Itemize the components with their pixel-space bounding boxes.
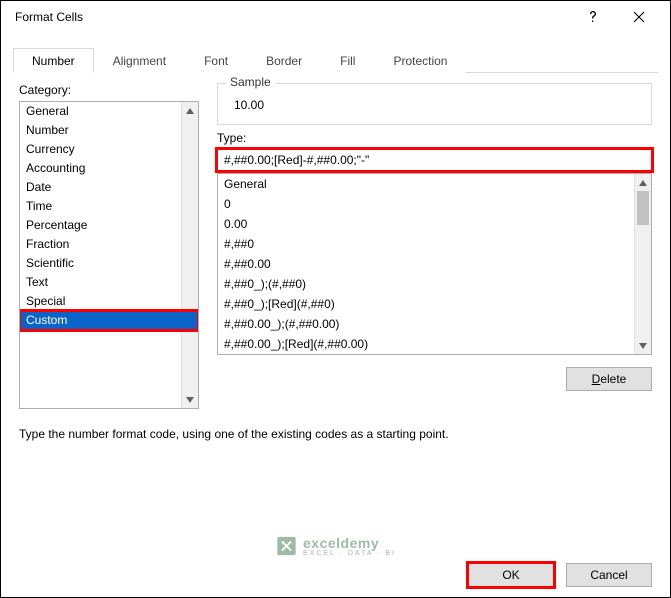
- format-list[interactable]: General00.00#,##0#,##0.00#,##0_);(#,##0)…: [217, 173, 652, 355]
- sample-legend: Sample: [226, 75, 275, 89]
- tab-content: Category: GeneralNumberCurrencyAccountin…: [1, 73, 670, 597]
- help-button[interactable]: [570, 1, 616, 33]
- cancel-button[interactable]: Cancel: [566, 563, 652, 587]
- format-cells-dialog: Format Cells Number Alignment Font Borde…: [0, 0, 671, 598]
- category-item[interactable]: Number: [20, 121, 198, 140]
- category-item[interactable]: Accounting: [20, 159, 198, 178]
- question-icon: [588, 10, 598, 24]
- ok-button[interactable]: OK: [468, 563, 554, 587]
- delete-button[interactable]: Delete: [566, 367, 652, 391]
- tab-border[interactable]: Border: [247, 48, 321, 73]
- category-item[interactable]: Text: [20, 273, 198, 292]
- format-list-scrollbar[interactable]: [634, 174, 651, 354]
- category-item[interactable]: Scientific: [20, 254, 198, 273]
- format-list-item[interactable]: 0.00: [218, 214, 651, 234]
- tab-strip: Number Alignment Font Border Fill Protec…: [13, 47, 658, 73]
- category-item[interactable]: Currency: [20, 140, 198, 159]
- format-list-item[interactable]: #,##0_);[Red](#,##0): [218, 294, 651, 314]
- scroll-up-icon[interactable]: [635, 174, 651, 191]
- category-label: Category:: [19, 83, 199, 97]
- format-list-item[interactable]: General: [218, 174, 651, 194]
- category-item[interactable]: Special: [20, 292, 198, 311]
- category-item[interactable]: Percentage: [20, 216, 198, 235]
- close-button[interactable]: [616, 1, 662, 33]
- category-item[interactable]: Date: [20, 178, 198, 197]
- format-list-item[interactable]: #,##0.00_);(#,##0.00): [218, 314, 651, 334]
- category-scrollbar[interactable]: [181, 102, 198, 408]
- tab-alignment[interactable]: Alignment: [94, 48, 185, 73]
- scroll-down-icon[interactable]: [182, 391, 198, 408]
- scroll-up-icon[interactable]: [182, 102, 198, 119]
- type-label: Type:: [217, 131, 652, 145]
- format-list-item[interactable]: #,##0_);(#,##0): [218, 274, 651, 294]
- format-list-item[interactable]: $#,##0_);($#,##0): [218, 354, 651, 355]
- help-text: Type the number format code, using one o…: [19, 427, 652, 441]
- tab-fill[interactable]: Fill: [321, 48, 374, 73]
- window-title: Format Cells: [9, 10, 83, 24]
- type-input[interactable]: [217, 149, 652, 171]
- scroll-down-icon[interactable]: [635, 337, 651, 354]
- format-list-item[interactable]: 0: [218, 194, 651, 214]
- dialog-buttons: OK Cancel: [1, 563, 670, 587]
- category-item[interactable]: Custom: [20, 311, 198, 330]
- category-item[interactable]: General: [20, 102, 198, 121]
- format-list-item[interactable]: #,##0: [218, 234, 651, 254]
- tab-number[interactable]: Number: [13, 48, 94, 73]
- close-icon: [633, 11, 645, 23]
- sample-group: Sample 10.00: [217, 83, 652, 125]
- category-listbox[interactable]: GeneralNumberCurrencyAccountingDateTimeP…: [19, 101, 199, 409]
- sample-value: 10.00: [228, 94, 641, 112]
- scrollbar-thumb[interactable]: [637, 191, 649, 225]
- tab-font[interactable]: Font: [185, 48, 247, 73]
- format-list-item[interactable]: #,##0.00_);[Red](#,##0.00): [218, 334, 651, 354]
- titlebar: Format Cells: [1, 1, 670, 33]
- category-item[interactable]: Time: [20, 197, 198, 216]
- tab-protection[interactable]: Protection: [374, 48, 466, 73]
- format-list-item[interactable]: #,##0.00: [218, 254, 651, 274]
- category-item[interactable]: Fraction: [20, 235, 198, 254]
